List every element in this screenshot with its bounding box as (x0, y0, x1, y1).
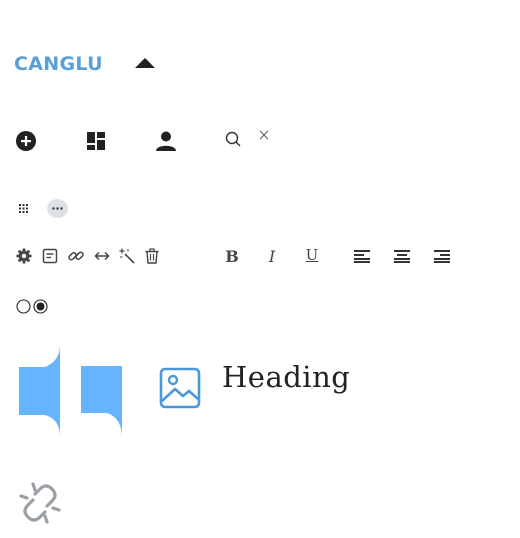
align-center-icon (394, 250, 410, 263)
dashboard-icon (87, 132, 105, 150)
search-icon (225, 131, 241, 147)
more-options-button[interactable] (47, 199, 68, 218)
caret-up-icon[interactable] (135, 58, 155, 68)
document-button[interactable] (41, 247, 59, 265)
italic-label: I (268, 246, 276, 266)
align-center-button[interactable] (392, 246, 412, 266)
link-button[interactable] (67, 247, 85, 265)
align-left-icon (354, 250, 370, 263)
add-circle-icon (16, 131, 36, 151)
magic-wand-icon (119, 248, 135, 264)
close-icon (259, 130, 269, 140)
resize-horizontal-icon (94, 251, 110, 261)
user-button[interactable] (154, 129, 178, 153)
trash-icon (145, 248, 159, 264)
unlink-button[interactable] (17, 480, 63, 526)
document-icon (42, 248, 58, 264)
bold-label: B (225, 246, 239, 266)
settings-button[interactable] (15, 247, 33, 265)
italic-button[interactable]: I (262, 246, 282, 266)
drag-handle[interactable] (17, 202, 29, 214)
dashboard-button[interactable] (84, 129, 108, 153)
magic-wand-button[interactable] (118, 247, 136, 265)
align-left-button[interactable] (352, 246, 372, 266)
resize-horizontal-button[interactable] (93, 247, 111, 265)
search-button[interactable] (224, 130, 242, 148)
radio-checked-icon (32, 298, 48, 314)
brand-name[interactable]: CANGLU (14, 53, 103, 75)
heading-preview: Heading (222, 360, 351, 394)
settings-icon (16, 248, 32, 264)
radio-unchecked-icon (15, 298, 31, 314)
user-icon (156, 131, 176, 151)
underline-label: U (305, 246, 319, 264)
radio-unchecked[interactable] (15, 298, 31, 314)
left-quote-shape (19, 345, 60, 437)
bold-button[interactable]: B (222, 246, 242, 266)
more-options-icon (52, 207, 63, 210)
drag-handle-icon (18, 203, 28, 213)
align-right-icon (434, 250, 450, 263)
radio-checked[interactable] (32, 298, 48, 314)
unlink-icon (19, 482, 61, 524)
align-right-button[interactable] (432, 246, 452, 266)
delete-button[interactable] (143, 247, 161, 265)
right-quote-shape (81, 366, 122, 438)
link-icon (68, 251, 84, 261)
underline-button[interactable]: U (302, 245, 322, 265)
image-icon (159, 367, 201, 409)
add-circle-button[interactable] (14, 129, 38, 153)
close-button[interactable] (258, 129, 270, 141)
insert-image-button[interactable] (158, 366, 202, 410)
